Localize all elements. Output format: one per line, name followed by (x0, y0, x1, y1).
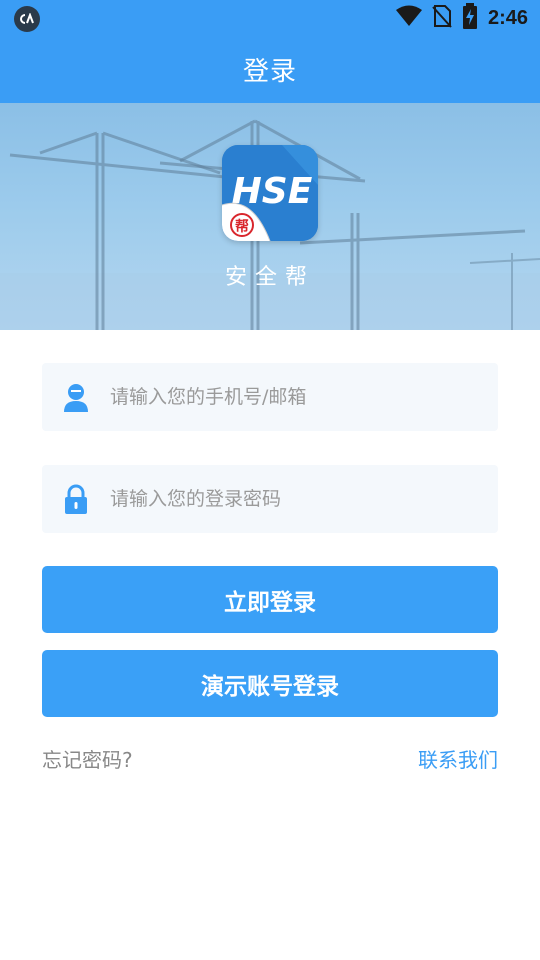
app-notification-icon (14, 6, 40, 32)
app-name: 安全帮 (224, 265, 315, 290)
contact-us-link[interactable]: 联系我们 (418, 744, 498, 773)
demo-login-button[interactable]: 演示账号登录 (42, 650, 498, 717)
app-logo: HSE 帮 (222, 145, 318, 241)
page-title: 登录 (242, 57, 297, 87)
banner: HSE 帮 安全帮 (0, 103, 540, 330)
username-input[interactable] (110, 363, 480, 431)
status-time: 2:46 (487, 6, 528, 29)
logo-badge: 帮 (235, 218, 249, 235)
password-field[interactable] (42, 465, 498, 533)
no-sim-icon (432, 4, 452, 32)
password-input[interactable] (110, 465, 480, 533)
user-icon (60, 381, 92, 413)
username-field[interactable] (42, 363, 498, 431)
lock-icon (60, 483, 92, 515)
battery-charging-icon (462, 3, 478, 33)
wifi-icon (395, 5, 422, 31)
title-bar: 登录 (0, 36, 540, 103)
status-bar: 2:46 (0, 0, 540, 36)
login-button[interactable]: 立即登录 (42, 566, 498, 633)
forgot-password-link[interactable]: 忘记密码? (42, 744, 133, 773)
